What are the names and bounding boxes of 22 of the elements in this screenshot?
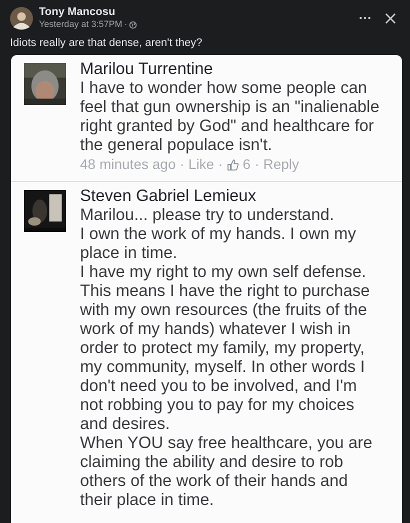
comment-text: This means I have the right to purchase with my own resources (the fruits of the work of my hands) whatever I wish in order to protect my family, my property, my community, myself. In other words I don't need you to be involved, and I'm not robbing you to pay for my choices and desires. (80, 282, 371, 434)
comment-text: I have my right to my own self defense. (80, 263, 368, 282)
thumbs-up-icon (226, 158, 239, 170)
comment-text: I have to wonder how some people can feel that gun ownership is an "inalienable right granted by God" and healthcare for the general populace isn't. (80, 79, 380, 155)
author-name[interactable]: Tony Mancosu (39, 6, 138, 19)
globe-icon (129, 20, 138, 28)
separator-dot: · (218, 155, 223, 174)
commenter-name: Steven Gabriel Lemieux (80, 186, 258, 206)
more-icon[interactable] (359, 16, 371, 20)
comment-text: When YOU say free healthcare, you are claiming the ability and desire to rob others of the work of their hands and their place in time. (80, 434, 374, 510)
comment-text: Marilou... please try to understand. (80, 206, 336, 225)
separator-dot: · (180, 155, 184, 174)
post-text: Idiots really are that dense, aren't they? (9, 36, 204, 51)
avatar-icon[interactable] (10, 6, 33, 30)
like-count: 6 (242, 155, 251, 174)
separator-dot: · (124, 19, 128, 30)
commenter-name: Marilou Turrentine (80, 59, 214, 79)
comment-time: 48 minutes ago (80, 155, 176, 174)
comment-text: I own the work of my hands. I own my place in time. (80, 225, 358, 263)
post-time[interactable]: Yesterday at 3:57PM (39, 19, 122, 30)
close-icon[interactable] (385, 12, 396, 24)
separator-dot: · (254, 155, 260, 174)
